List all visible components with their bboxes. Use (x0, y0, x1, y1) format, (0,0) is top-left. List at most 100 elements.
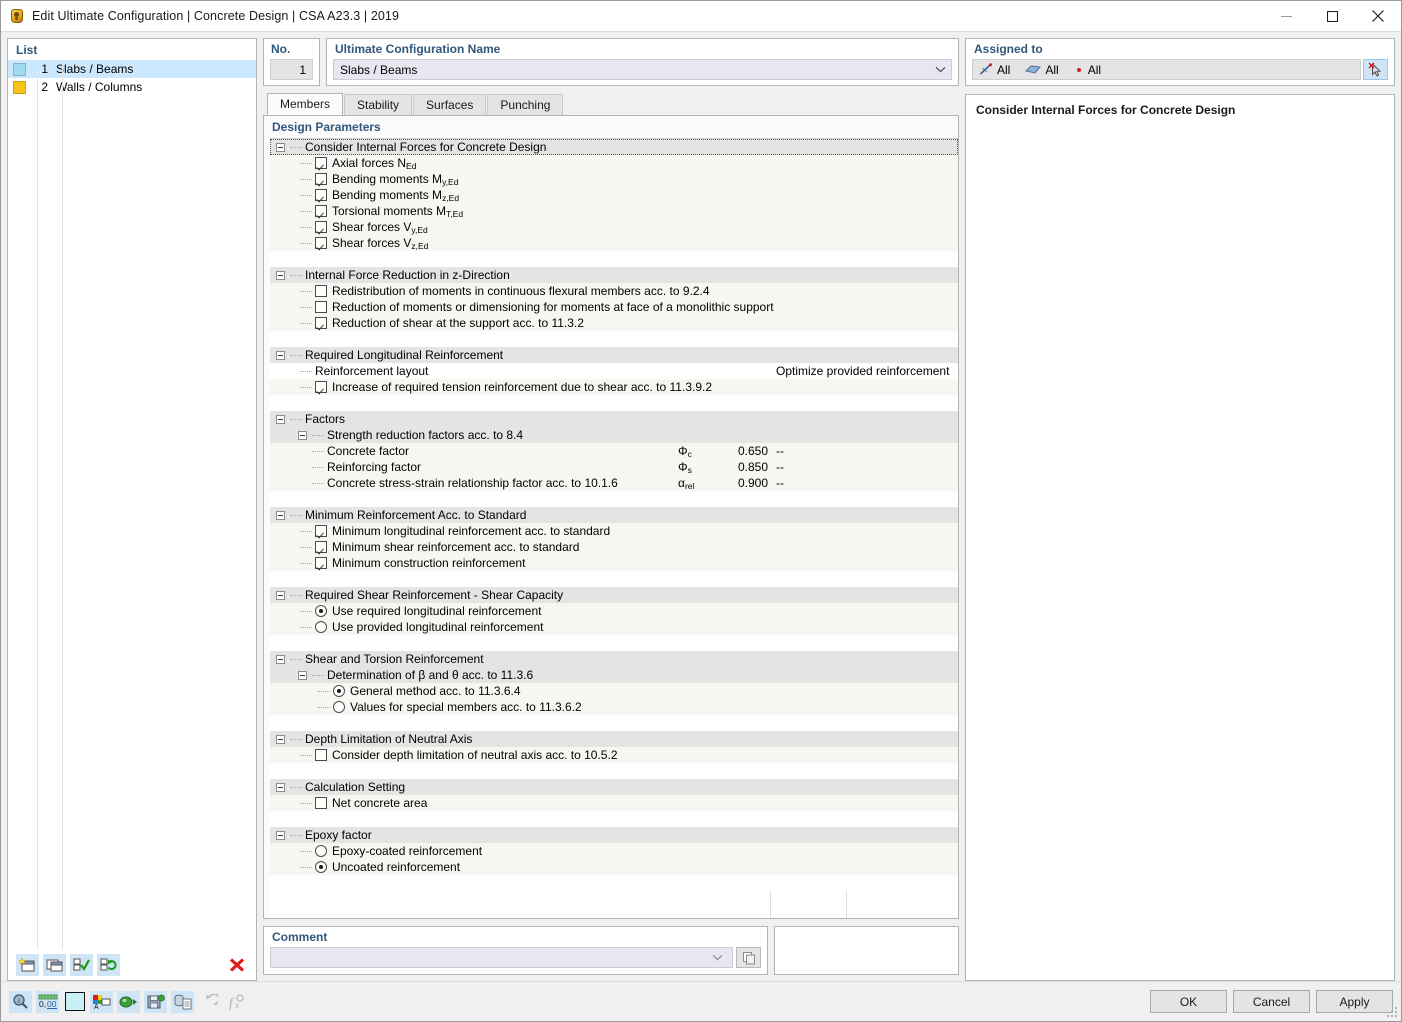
group-header-row[interactable]: Factors (270, 411, 958, 427)
grid-row[interactable]: Uncoated reinforcement (270, 859, 958, 875)
collapse-expander-icon[interactable] (276, 830, 285, 840)
radio-unselected[interactable] (315, 845, 327, 857)
grid-row[interactable]: General method acc. to 11.3.6.4 (270, 683, 958, 699)
delete-item-button[interactable] (225, 954, 248, 976)
checkbox-checked[interactable] (315, 525, 327, 537)
grid-row[interactable]: Torsional moments MT,Ed (270, 203, 958, 219)
chevron-down-icon[interactable] (929, 66, 951, 73)
grid-row[interactable]: Bending moments My,Ed (270, 171, 958, 187)
minimize-button[interactable] (1263, 1, 1309, 31)
grid-row[interactable]: Concrete factor Φc 0.650 -- (270, 443, 958, 459)
collapse-expander-icon[interactable] (276, 734, 285, 744)
grid-row[interactable]: Shear forces Vy,Ed (270, 219, 958, 235)
grid-row[interactable]: Bending moments Mz,Ed (270, 187, 958, 203)
import-button[interactable] (117, 990, 140, 1013)
collapse-expander-icon[interactable] (276, 142, 285, 152)
tab-stability[interactable]: Stability (344, 94, 413, 115)
group-header-row[interactable]: Epoxy factor (270, 827, 958, 843)
checkbox-unchecked[interactable] (315, 797, 327, 809)
row-value[interactable]: 0.900 (710, 475, 768, 491)
collapse-expander-icon[interactable] (276, 350, 285, 360)
grid-row[interactable]: Epoxy-coated reinforcement (270, 843, 958, 859)
assigned-to-field[interactable]: All All All (972, 59, 1361, 80)
grid-row[interactable]: Concrete stress-strain relationship fact… (270, 475, 958, 491)
undo-button[interactable] (198, 991, 221, 1013)
grid-row[interactable]: Reinforcement layout Optimize provided re… (270, 363, 958, 379)
collapse-expander-icon[interactable] (276, 414, 285, 424)
checkbox-unchecked[interactable] (315, 285, 327, 297)
maximize-button[interactable] (1309, 1, 1355, 31)
radio-selected[interactable] (315, 605, 327, 617)
checkbox-checked[interactable] (315, 237, 327, 249)
close-button[interactable] (1355, 1, 1401, 31)
collapse-expander-icon[interactable] (276, 590, 285, 600)
new-item-button[interactable] (16, 954, 39, 976)
grid-row[interactable]: Use required longitudinal reinforcement (270, 603, 958, 619)
row-value[interactable]: 0.850 (710, 459, 768, 475)
radio-selected[interactable] (315, 861, 327, 873)
search-tool-button[interactable]: i (9, 990, 32, 1013)
group-header-row[interactable]: Calculation Setting (270, 779, 958, 795)
select-in-model-button[interactable] (1363, 59, 1388, 80)
checkbox-checked[interactable] (315, 541, 327, 553)
collapse-expander-icon[interactable] (276, 270, 285, 280)
checkbox-checked[interactable] (315, 221, 327, 233)
invert-selection-button[interactable] (97, 954, 120, 976)
tab-surfaces[interactable]: Surfaces (413, 94, 487, 115)
checkbox-checked[interactable] (315, 557, 327, 569)
group-header-row[interactable]: Shear and Torsion Reinforcement (270, 651, 958, 667)
color-swatch-button[interactable] (63, 991, 86, 1013)
formula-button[interactable]: f x (225, 991, 248, 1013)
grid-row[interactable]: Minimum shear reinforcement acc. to stan… (270, 539, 958, 555)
grid-row[interactable]: Minimum construction reinforcement (270, 555, 958, 571)
row-value[interactable]: 0.650 (710, 443, 768, 459)
database-button[interactable] (171, 990, 194, 1013)
checkbox-checked[interactable] (315, 381, 327, 393)
collapse-expander-icon[interactable] (298, 430, 307, 440)
grid-row[interactable]: Axial forces NEd (270, 155, 958, 171)
radio-unselected[interactable] (315, 621, 327, 633)
save-button[interactable] (144, 990, 167, 1013)
design-parameters-grid[interactable]: Consider Internal Forces for Concrete De… (270, 138, 958, 918)
row-value-cell[interactable]: Optimize provided reinforcement (776, 363, 949, 379)
group-header-row[interactable]: Consider Internal Forces for Concrete De… (270, 139, 958, 155)
ok-button[interactable]: OK (1150, 990, 1227, 1013)
group-header-row[interactable]: Strength reduction factors acc. to 8.4 (270, 427, 958, 443)
chevron-down-icon[interactable] (706, 954, 728, 961)
checkbox-unchecked[interactable] (315, 749, 327, 761)
list-item-slabs-beams[interactable]: 1 Slabs / Beams (8, 60, 256, 78)
group-header-row[interactable]: Internal Force Reduction in z-Direction (270, 267, 958, 283)
radio-unselected[interactable] (333, 701, 345, 713)
list-item-walls-columns[interactable]: 2 Walls / Columns (8, 78, 256, 96)
grid-row[interactable]: Use provided longitudinal reinforcement (270, 619, 958, 635)
grid-row[interactable]: Increase of required tension reinforceme… (270, 379, 958, 395)
radio-selected[interactable] (333, 685, 345, 697)
tab-punching[interactable]: Punching (487, 94, 564, 115)
checkbox-checked[interactable] (315, 317, 327, 329)
group-header-row[interactable]: Depth Limitation of Neutral Axis (270, 731, 958, 747)
select-all-button[interactable] (70, 954, 93, 976)
group-header-row[interactable]: Determination of β and θ acc. to 11.3.6 (270, 667, 958, 683)
grid-row[interactable]: Reinforcing factor Φs 0.850 -- (270, 459, 958, 475)
comment-copy-button[interactable] (736, 947, 761, 968)
checkbox-checked[interactable] (315, 189, 327, 201)
grid-row[interactable]: Minimum longitudinal reinforcement acc. … (270, 523, 958, 539)
collapse-expander-icon[interactable] (298, 670, 307, 680)
copy-item-button[interactable] (43, 954, 66, 976)
group-header-row[interactable]: Required Longitudinal Reinforcement (270, 347, 958, 363)
cancel-button[interactable]: Cancel (1233, 990, 1310, 1013)
decimal-places-button[interactable]: 0, 00 (36, 990, 59, 1013)
tab-members[interactable]: Members (267, 93, 344, 115)
checkbox-checked[interactable] (315, 205, 327, 217)
group-header-row[interactable]: Minimum Reinforcement Acc. to Standard (270, 507, 958, 523)
checkbox-unchecked[interactable] (315, 301, 327, 313)
grid-row[interactable]: Net concrete area (270, 795, 958, 811)
grid-row[interactable]: Consider depth limitation of neutral axi… (270, 747, 958, 763)
collapse-expander-icon[interactable] (276, 654, 285, 664)
resize-grip[interactable] (1386, 1006, 1398, 1018)
grid-row[interactable]: Reduction of moments or dimensioning for… (270, 299, 958, 315)
checkbox-checked[interactable] (315, 157, 327, 169)
grid-row[interactable]: Redistribution of moments in continuous … (270, 283, 958, 299)
checkbox-checked[interactable] (315, 173, 327, 185)
display-properties-button[interactable]: A (90, 990, 113, 1013)
